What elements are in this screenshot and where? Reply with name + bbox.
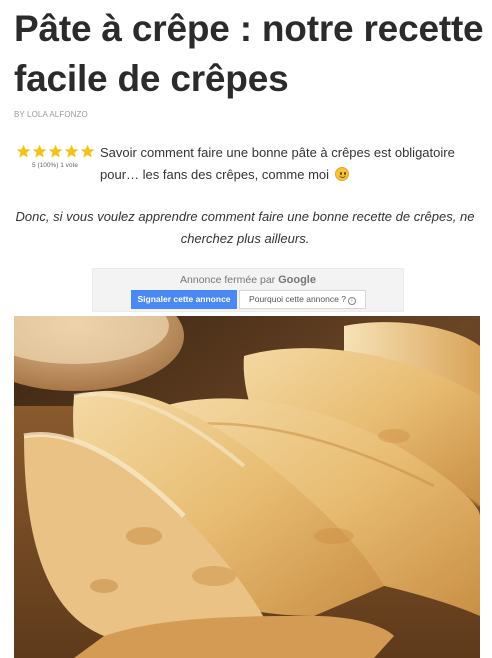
star-icon[interactable] bbox=[80, 144, 95, 159]
ad-closed-banner: Annonce fermée par Google Signaler cette… bbox=[92, 268, 404, 312]
article-page: Pâte à crêpe : notre recette facile de c… bbox=[0, 0, 492, 658]
crepes-photo bbox=[14, 316, 480, 658]
star-icon[interactable] bbox=[48, 144, 63, 159]
smiley-icon bbox=[334, 167, 349, 181]
rating-widget: 5 (100%) 1 vote bbox=[14, 144, 96, 169]
why-this-ad-button[interactable]: Pourquoi cette annonce ? i bbox=[239, 290, 366, 309]
google-logo: Google bbox=[278, 274, 316, 286]
star-icon[interactable] bbox=[16, 144, 31, 159]
report-ad-button[interactable]: Signaler cette annonce bbox=[131, 290, 237, 309]
ad-closed-label: Annonce fermée par Google bbox=[180, 274, 316, 286]
intro-text: Savoir comment faire une bonne pâte à cr… bbox=[100, 145, 455, 182]
star-icon[interactable] bbox=[32, 144, 47, 159]
hero-image bbox=[14, 316, 480, 658]
intro-quote: Donc, si vous voulez apprendre comment f… bbox=[15, 209, 475, 246]
page-title: Pâte à crêpe : notre recette facile de c… bbox=[14, 8, 484, 99]
intro-paragraph: Savoir comment faire une bonne pâte à cr… bbox=[100, 142, 475, 186]
byline: BY LOLA ALFONZO bbox=[14, 110, 88, 119]
info-icon: i bbox=[347, 297, 356, 305]
star-icon[interactable] bbox=[64, 144, 79, 159]
star-rating[interactable] bbox=[14, 144, 96, 159]
vote-count: 5 (100%) 1 vote bbox=[32, 162, 78, 169]
